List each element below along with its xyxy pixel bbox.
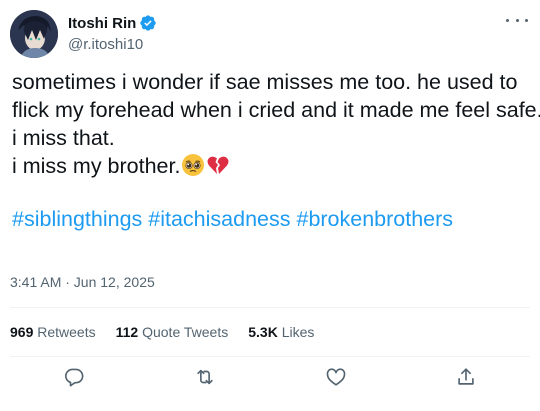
likes-count: 5.3K	[248, 324, 278, 340]
hashtag-link[interactable]: #brokenbrothers	[296, 207, 453, 231]
author-handle[interactable]: @r.itoshi10	[68, 36, 143, 53]
tweet-line: sometimes i wonder if sae misses me too.…	[12, 70, 518, 94]
avatar[interactable]	[10, 10, 58, 58]
hashtag-row: #siblingthings #itachisadness #brokenbro…	[12, 205, 453, 233]
tweet-text: sometimes i wonder if sae misses me too.…	[12, 68, 540, 180]
tweet-line: i miss my brother.	[12, 154, 181, 178]
tweet-last-line: i miss my brother.	[12, 152, 532, 180]
verified-badge-icon	[139, 14, 157, 32]
hashtag-link[interactable]: #itachisadness	[148, 207, 290, 231]
more-options-icon[interactable]	[506, 12, 528, 28]
tweet-actions	[0, 364, 540, 392]
reply-icon[interactable]	[63, 366, 87, 390]
likes-stat[interactable]: 5.3K Likes	[248, 324, 314, 340]
retweets-count: 969	[10, 324, 34, 340]
tweet-line: i miss that.	[12, 126, 115, 150]
author-name-row: Itoshi Rin	[68, 14, 157, 32]
engagement-stats: 969 Retweets 112 Quote Tweets 5.3K Likes	[10, 324, 334, 340]
quote-tweets-count: 112	[115, 324, 139, 340]
divider	[10, 307, 530, 308]
hashtag-link[interactable]: #siblingthings	[12, 207, 142, 231]
author-display-name[interactable]: Itoshi Rin	[68, 15, 136, 32]
quote-tweets-label: Quote Tweets	[142, 324, 229, 340]
pleading-face-emoji	[181, 153, 205, 177]
retweets-label: Retweets	[37, 324, 96, 340]
retweets-stat[interactable]: 969 Retweets	[10, 324, 96, 340]
like-icon[interactable]	[325, 366, 349, 390]
likes-label: Likes	[281, 324, 315, 340]
share-icon[interactable]	[455, 366, 479, 390]
retweet-icon[interactable]	[194, 366, 218, 390]
tweet-header: Itoshi Rin @r.itoshi10	[10, 10, 530, 58]
tweet-timestamp[interactable]: 3:41 AM · Jun 12, 2025	[10, 274, 155, 290]
broken-heart-emoji	[206, 153, 230, 177]
divider	[10, 356, 530, 357]
quote-tweets-stat[interactable]: 112 Quote Tweets	[116, 324, 229, 340]
tweet-line: flick my forehead when i cried and it ma…	[12, 98, 540, 122]
avatar-icon	[10, 10, 58, 58]
